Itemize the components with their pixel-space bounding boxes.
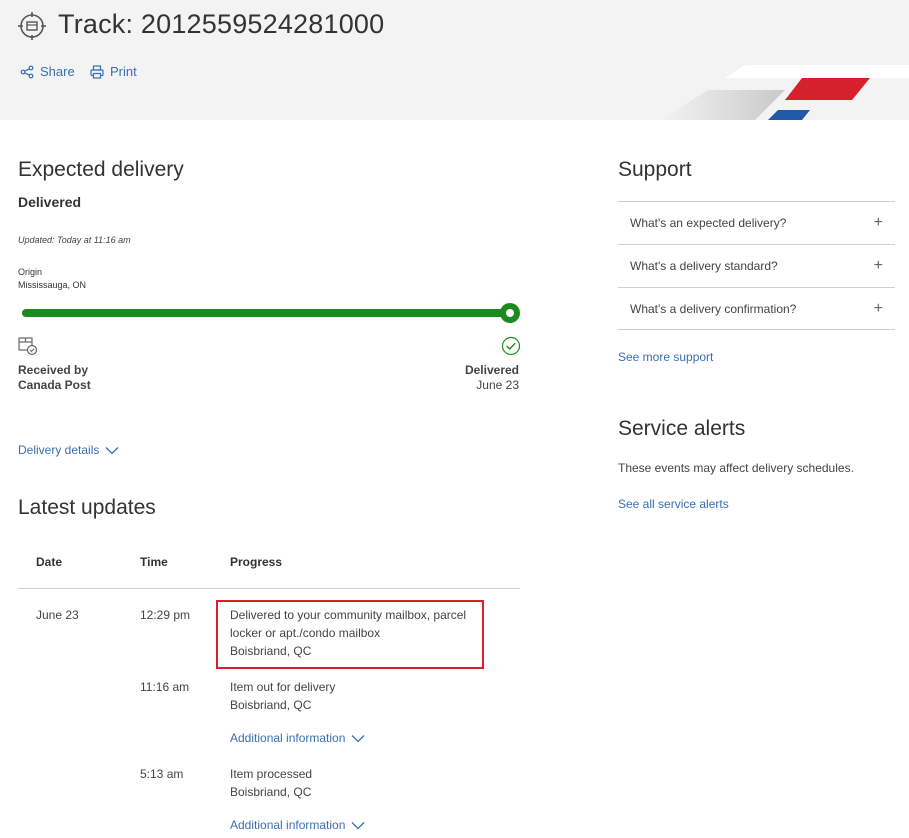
expected-delivery-heading: Expected delivery — [18, 158, 184, 181]
package-received-icon — [18, 337, 38, 356]
highlight-annotation-box — [216, 600, 484, 669]
delivery-details-label: Delivery details — [18, 443, 100, 457]
row3-location: Boisbriand, QC — [230, 785, 312, 799]
support-item-expected-delivery[interactable]: What's an expected delivery? + — [618, 201, 895, 244]
updates-table-header: Date Time Progress — [18, 540, 520, 589]
tracking-target-icon — [18, 12, 46, 40]
column-header-date: Date — [36, 555, 63, 569]
milestone-received-line2: Canada Post — [18, 378, 91, 392]
chevron-down-icon — [351, 734, 365, 742]
row3-time: 5:13 am — [140, 767, 184, 781]
support-item-label: What's a delivery confirmation? — [630, 301, 797, 316]
row1-date: June 23 — [36, 608, 79, 622]
service-alerts-text: These events may affect delivery schedul… — [618, 461, 854, 475]
row1-time: 12:29 pm — [140, 608, 191, 622]
row2-additional-info-toggle[interactable]: Additional information — [230, 731, 365, 745]
delivery-progress-bar — [22, 309, 516, 317]
latest-updates-heading: Latest updates — [18, 496, 156, 519]
chevron-down-icon — [105, 446, 119, 454]
additional-info-label: Additional information — [230, 731, 346, 745]
support-item-delivery-standard[interactable]: What's a delivery standard? + — [618, 244, 895, 287]
delivery-details-toggle[interactable]: Delivery details — [18, 443, 119, 457]
canada-post-brand-graphic — [660, 65, 909, 120]
delivery-progress-fill — [22, 309, 516, 317]
delivered-check-icon — [501, 336, 521, 356]
support-accordion: What's an expected delivery? + What's a … — [618, 201, 895, 330]
print-label: Print — [110, 64, 137, 79]
chevron-down-icon — [351, 821, 365, 829]
share-label: Share — [40, 64, 75, 79]
row3-additional-info-toggle[interactable]: Additional information — [230, 818, 365, 832]
plus-icon: + — [873, 257, 883, 274]
row2-location: Boisbriand, QC — [230, 698, 312, 712]
printer-icon — [90, 64, 104, 79]
support-item-label: What's an expected delivery? — [630, 216, 787, 230]
row3-progress: Item processed — [230, 767, 313, 781]
print-button[interactable]: Print — [90, 64, 137, 79]
origin-label: Origin — [18, 267, 43, 277]
delivery-status: Delivered — [18, 194, 82, 210]
support-item-label: What's a delivery standard? — [630, 259, 778, 273]
column-header-time: Time — [140, 555, 168, 569]
support-item-delivery-confirmation[interactable]: What's a delivery confirmation? + — [618, 287, 895, 330]
updated-timestamp: Updated: Today at 11:16 am — [18, 235, 131, 245]
column-header-progress: Progress — [230, 555, 283, 569]
share-icon — [20, 65, 34, 78]
page-title: Track: 2012559524281000 — [58, 9, 385, 39]
share-button[interactable]: Share — [20, 64, 75, 79]
plus-icon: + — [873, 299, 883, 317]
milestone-delivered: Delivered June 23 — [465, 363, 519, 393]
see-all-service-alerts-link[interactable]: See all service alerts — [618, 497, 729, 511]
plus-icon: + — [873, 214, 883, 231]
row2-progress: Item out for delivery — [230, 680, 336, 694]
see-more-support-link[interactable]: See more support — [618, 350, 713, 364]
additional-info-label: Additional information — [230, 818, 346, 832]
service-alerts-heading: Service alerts — [618, 417, 746, 440]
milestone-delivered-label: Delivered — [464, 363, 519, 377]
milestone-received: Received by Canada Post — [18, 363, 91, 393]
support-heading: Support — [618, 158, 692, 181]
progress-end-marker — [500, 303, 520, 323]
page-header: Track: 2012559524281000 Share Print — [0, 0, 909, 120]
milestone-received-line1: Received by — [18, 363, 89, 377]
origin-value: Mississauga, ON — [18, 280, 87, 290]
row2-time: 11:16 am — [140, 680, 190, 694]
milestone-delivered-date: June 23 — [476, 378, 519, 392]
